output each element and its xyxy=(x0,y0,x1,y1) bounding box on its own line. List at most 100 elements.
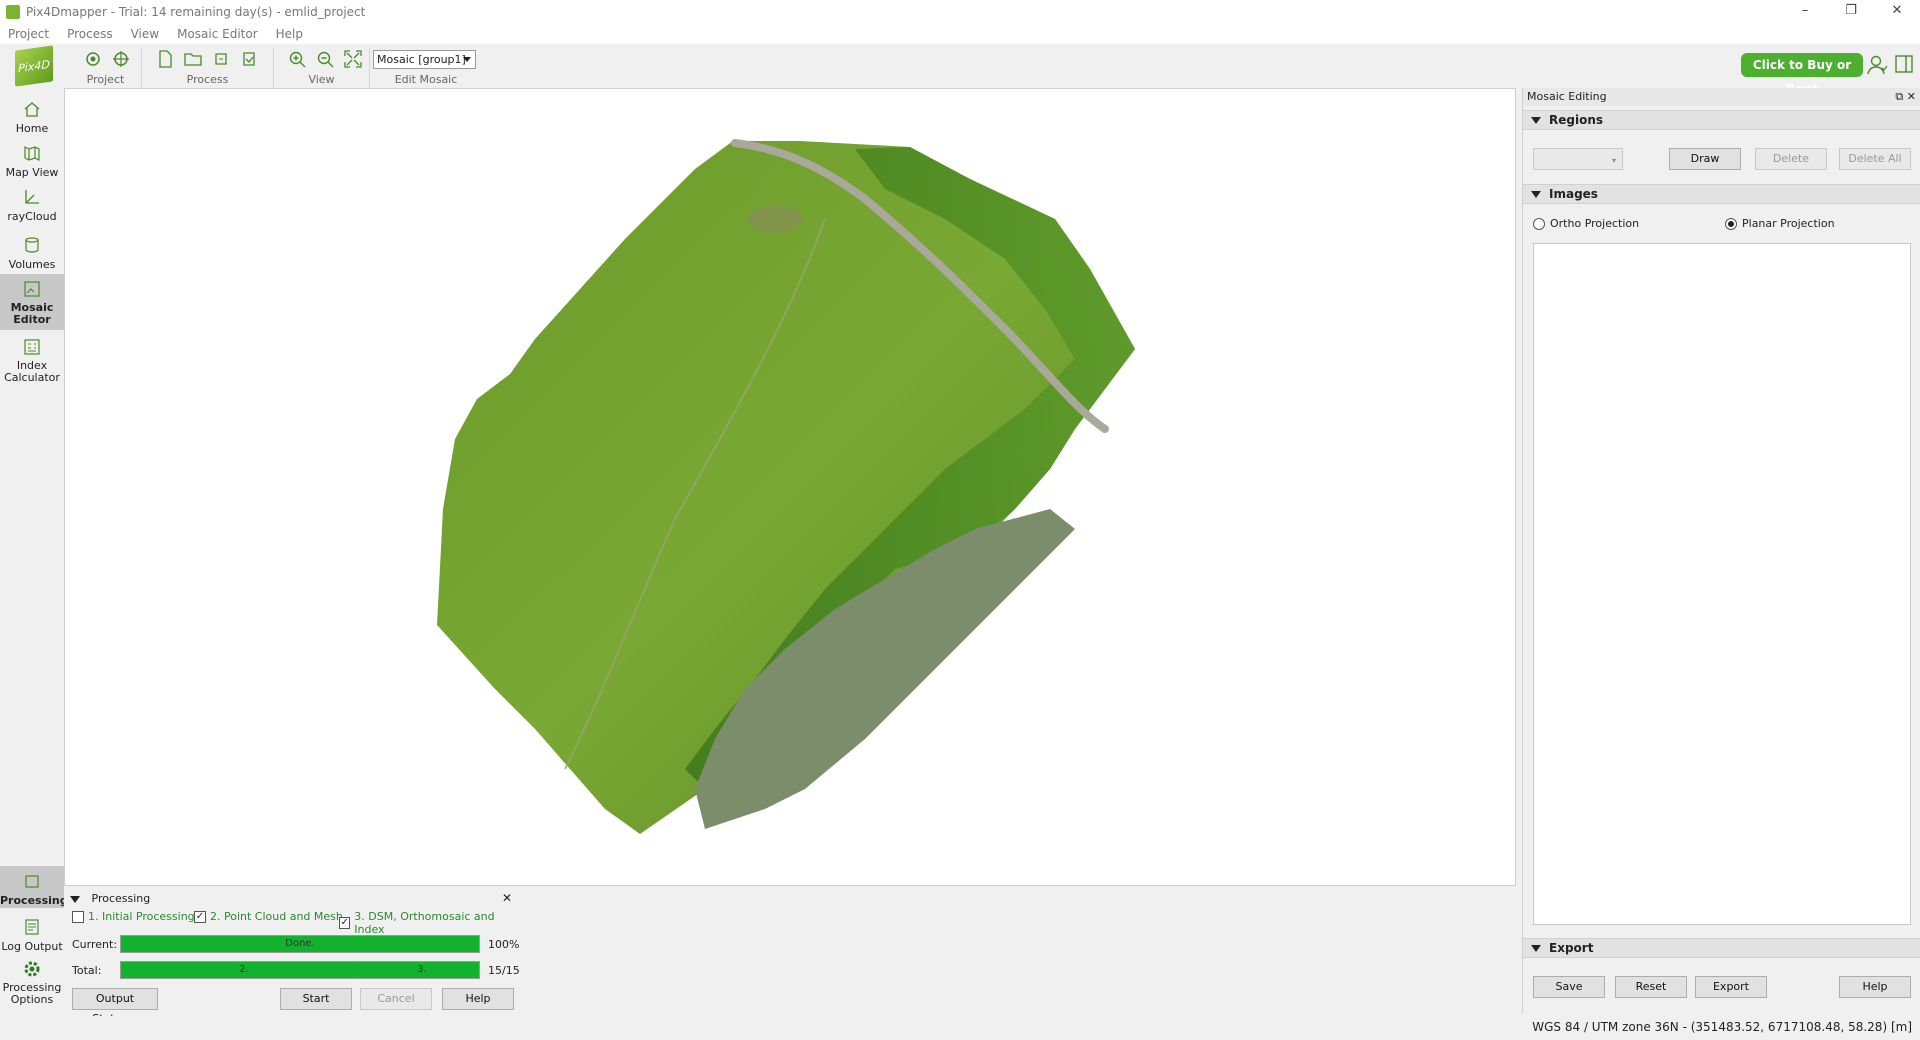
folder-icon[interactable] xyxy=(182,48,204,70)
new-file-icon[interactable] xyxy=(154,48,176,70)
total-progress-value: 15/15 xyxy=(488,964,520,977)
menu-process[interactable]: Process xyxy=(67,27,113,41)
current-progress-value: 100% xyxy=(488,938,520,951)
home-icon xyxy=(21,98,43,120)
processing-header[interactable]: Processing xyxy=(70,892,150,905)
sidebar-item-log-output[interactable]: Log Output xyxy=(0,916,64,953)
checkbox-indicator xyxy=(72,910,84,923)
sidebar-item-home[interactable]: Home xyxy=(0,98,64,135)
regions-section-header[interactable]: Regions xyxy=(1523,110,1920,130)
planar-projection-radio[interactable]: Planar Projection xyxy=(1725,217,1835,230)
sidebar-item-raycloud[interactable]: rayCloud xyxy=(0,186,64,223)
window-controls: – ❐ ✕ xyxy=(1782,0,1920,24)
restore-button[interactable]: ❐ xyxy=(1828,0,1874,24)
crosshair-icon[interactable] xyxy=(110,48,132,70)
draw-region-button[interactable]: Draw xyxy=(1669,148,1741,170)
panel-title-bar: Mosaic Editing ⧉ ✕ xyxy=(1523,88,1920,106)
cancel-button[interactable]: Cancel xyxy=(360,988,432,1010)
zoom-extent-icon[interactable] xyxy=(342,48,364,70)
delete-region-button[interactable]: Delete xyxy=(1755,148,1827,170)
sidebar-item-label: Processing Options xyxy=(2,981,62,1006)
menu-project[interactable]: Project xyxy=(8,27,49,41)
checkbox-indicator: ✓ xyxy=(194,910,206,923)
sidebar-item-label: Volumes xyxy=(8,258,56,271)
chevron-down-icon: ▾ xyxy=(1611,156,1616,165)
user-account-icon[interactable] xyxy=(1866,54,1888,76)
collapse-triangle-icon xyxy=(1531,945,1541,952)
sidebar-item-processing[interactable]: Processing xyxy=(0,866,68,908)
sidebar-item-map-view[interactable]: Map View xyxy=(0,142,64,179)
toolbar-group-project: Project xyxy=(70,48,142,88)
side-panel-toggle-icon[interactable] xyxy=(1894,54,1914,74)
orthomosaic-image[interactable] xyxy=(65,89,1516,886)
mosaic-editing-panel: Mosaic Editing ⧉ ✕ Regions ▾ Draw Delete… xyxy=(1522,88,1920,1013)
radio-indicator xyxy=(1533,217,1545,230)
processing-help-button[interactable]: Help xyxy=(442,988,514,1010)
toolbar-group-view: View xyxy=(274,48,370,88)
orthomosaic-bare-patch xyxy=(747,205,803,233)
sidebar-item-label: Processing xyxy=(0,894,68,907)
close-panel-icon[interactable]: ✕ xyxy=(1907,90,1916,103)
step-label: 3. DSM, Orthomosaic and Index xyxy=(354,910,495,936)
pix4d-logo: Pix4D xyxy=(15,45,53,87)
left-sidebar: Home Map View rayCloud Volumes Mosaic Ed… xyxy=(0,88,68,1040)
sidebar-item-label: Log Output xyxy=(1,940,63,953)
project-camera-icon[interactable] xyxy=(82,48,104,70)
close-button[interactable]: ✕ xyxy=(1874,0,1920,24)
menu-mosaic-editor[interactable]: Mosaic Editor xyxy=(177,27,258,41)
map-icon xyxy=(21,142,43,164)
panel-window-controls: ⧉ ✕ xyxy=(1895,88,1916,106)
mosaic-editor-icon xyxy=(21,278,43,300)
step-label: 2. Point Cloud and Mesh xyxy=(210,910,343,923)
sidebar-item-index-calculator[interactable]: Index Calculator xyxy=(0,336,64,384)
mosaic-group-select[interactable]: Mosaic [group1] xyxy=(373,50,476,69)
menu-view[interactable]: View xyxy=(131,27,159,41)
toolbar: Pix4D Project Process View Edit Mosaic M… xyxy=(0,44,1920,96)
region-select[interactable]: ▾ xyxy=(1533,148,1623,170)
start-button[interactable]: Start xyxy=(280,988,352,1010)
sidebar-item-mosaic-editor[interactable]: Mosaic Editor xyxy=(0,274,64,330)
sidebar-item-processing-options[interactable]: Processing Options xyxy=(0,958,64,1006)
checkbox-indicator: ✓ xyxy=(339,917,351,929)
delete-all-regions-button[interactable]: Delete All xyxy=(1839,148,1911,170)
zoom-out-icon[interactable] xyxy=(314,48,336,70)
collapse-triangle-icon xyxy=(1531,117,1541,124)
ortho-projection-radio[interactable]: Ortho Projection xyxy=(1533,217,1639,230)
total-progress-mark: 3. xyxy=(417,964,427,975)
float-panel-icon[interactable]: ⧉ xyxy=(1895,90,1903,103)
mosaic-map-view[interactable] xyxy=(64,88,1516,886)
reprocess-icon[interactable] xyxy=(238,48,260,70)
images-section-header[interactable]: Images xyxy=(1523,184,1920,204)
index-calculator-icon xyxy=(21,336,43,358)
export-help-button[interactable]: Help xyxy=(1839,976,1911,998)
status-bar: WGS 84 / UTM zone 36N - (351483.52, 6717… xyxy=(0,1016,1920,1040)
coordinate-readout: WGS 84 / UTM zone 36N - (351483.52, 6717… xyxy=(1532,1020,1912,1034)
buy-or-rent-button[interactable]: Click to Buy or Rent xyxy=(1741,53,1863,96)
menu-help[interactable]: Help xyxy=(276,27,303,41)
sidebar-item-label: rayCloud xyxy=(7,210,57,223)
step-initial-processing-checkbox[interactable]: 1. Initial Processing xyxy=(72,910,195,923)
volumes-icon xyxy=(21,234,43,256)
radio-indicator xyxy=(1725,217,1737,230)
mosaic-group-select-value: Mosaic [group1] xyxy=(377,53,466,66)
sidebar-item-volumes[interactable]: Volumes xyxy=(0,234,64,271)
export-button[interactable]: Export xyxy=(1695,976,1767,998)
close-icon[interactable]: ✕ xyxy=(502,891,512,905)
zoom-in-icon[interactable] xyxy=(286,48,308,70)
step-label: 1. Initial Processing xyxy=(88,910,195,923)
minimize-button[interactable]: – xyxy=(1782,0,1828,24)
step-point-cloud-checkbox[interactable]: ✓ 2. Point Cloud and Mesh xyxy=(194,910,343,923)
refresh-icon[interactable] xyxy=(210,48,232,70)
step-dsm-orthomosaic-checkbox[interactable]: ✓ 3. DSM, Orthomosaic and Index xyxy=(339,910,516,936)
panel-title: Mosaic Editing xyxy=(1527,90,1607,103)
window-title: Pix4Dmapper - Trial: 14 remaining day(s)… xyxy=(26,5,366,19)
reset-button[interactable]: Reset xyxy=(1615,976,1687,998)
output-status-button[interactable]: Output Status... xyxy=(72,988,158,1025)
app-icon xyxy=(6,5,20,19)
images-list[interactable] xyxy=(1533,243,1911,925)
save-button[interactable]: Save xyxy=(1533,976,1605,998)
total-progress-divider xyxy=(359,962,360,978)
toolbar-group-process: Process xyxy=(142,48,274,88)
export-section-header[interactable]: Export xyxy=(1523,938,1920,958)
collapse-triangle-icon xyxy=(1531,191,1541,198)
